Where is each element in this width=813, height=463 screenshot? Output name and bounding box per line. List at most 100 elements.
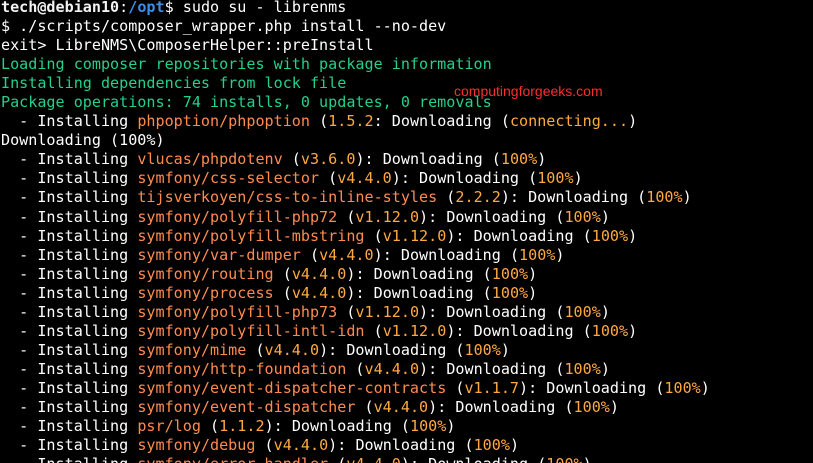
package-name: symfony/polyfill-intl-idn [137,321,365,340]
package-name: symfony/css-selector [137,169,320,188]
install-line: - Installing symfony/routing (v4.4.0): D… [1,264,538,283]
install-line: - Installing symfony/error-handler (v4.4… [1,455,710,463]
download-progress: 100% [519,245,556,264]
package-name: symfony/debug [137,436,256,455]
prompt-command: sudo su - librenms [173,0,347,16]
package-name: vlucas/phpdotenv [137,150,283,169]
info-line: Installing dependencies from lock file [1,74,347,93]
install-prefix: - Installing [1,417,138,436]
package-version: v1.12.0 [382,226,447,245]
package-name: symfony/http-foundation [137,359,347,378]
package-name: psr/log [137,417,201,436]
install-line: - Installing symfony/css-selector (v4.4.… [1,169,583,188]
package-version: v1.12.0 [355,302,420,321]
prompt-path: /opt [128,0,165,16]
package-name: symfony/var-dumper [137,245,301,264]
terminal-window[interactable]: tech@debian10:/opt$ sudo su - librenms $… [0,0,813,463]
install-prefix: - Installing [1,245,138,264]
install-line: - Installing symfony/process (v4.4.0): D… [1,283,538,302]
download-progress: 100% [664,378,701,397]
prompt-user-host: tech@debian10 [1,0,120,16]
package-name: symfony/mime [137,340,247,359]
prompt-symbol: $ [164,0,174,16]
package-version: v1.1.7 [464,378,519,397]
package-version: v4.4.0 [364,359,420,378]
install-line: - Installing symfony/event-dispatcher (v… [1,397,619,416]
prompt-line: tech@debian10:/opt$ sudo su - librenms [1,0,710,17]
prompt-separator: : [119,0,129,16]
download-progress: 100% [546,455,582,463]
download-progress: 100% [564,302,601,321]
install-line: - Installing symfony/var-dumper (v4.4.0)… [1,245,565,264]
download-progress: 100% [646,188,683,207]
install-line: - Installing symfony/debug (v4.4.0): Dow… [1,436,520,455]
install-list: - Installing vlucas/phpdotenv (v3.6.0): … [1,150,710,463]
install-line: - Installing symfony/polyfill-php73 (v1.… [1,302,610,321]
download-progress: 100% [573,397,610,416]
package-name: phpoption/phpoption [137,112,310,131]
package-version: v4.4.0 [264,340,320,359]
package-name: symfony/routing [137,264,274,283]
download-progress: 100% [564,359,601,378]
install-prefix: - Installing [1,302,138,321]
package-version: v4.4.0 [273,436,329,455]
package-version: v4.4.0 [291,264,347,283]
download-progress: 100% [491,264,529,283]
package-name: symfony/polyfill-mbstring [137,226,365,245]
package-name: symfony/polyfill-php73 [137,302,338,321]
package-version: v1.12.0 [382,321,447,340]
package-version: v3.6.0 [300,150,356,169]
package-name: symfony/polyfill-php72 [137,207,338,226]
package-version: v4.4.0 [291,283,347,302]
package-name: tijsverkoyen/css-to-inline-styles [137,188,438,207]
info-line: Loading composer repositories with packa… [1,55,492,74]
package-name: symfony/event-dispatcher [137,397,356,416]
install-prefix: - Installing [1,169,138,188]
install-prefix: - Installing [1,359,138,378]
install-prefix: - Installing [1,188,138,207]
package-version: v4.4.0 [346,455,401,463]
package-version: 1.5.2 [328,112,374,131]
install-line: - Installing symfony/mime (v4.4.0): Down… [1,340,510,359]
package-version: v4.4.0 [337,169,392,188]
package-version: v1.12.0 [355,207,420,226]
install-line: - Installing vlucas/phpdotenv (v3.6.0): … [1,150,547,169]
download-progress: 100% [473,436,510,455]
install-prefix: - Installing [1,340,138,359]
install-prefix: - Installing [1,455,137,463]
install-line: - Installing symfony/event-dispatcher-co… [1,378,710,397]
download-progress: 100% [591,226,629,245]
install-line: - Installing symfony/polyfill-intl-idn (… [1,321,638,340]
package-name: symfony/error-handler [137,455,328,463]
install-line: - Installing tijsverkoyen/css-to-inline-… [1,188,692,207]
package-version: v4.4.0 [319,245,374,264]
install-prefix: - Installing [1,207,138,226]
downloading-line: Downloading (100%) [1,131,165,150]
package-version: v4.4.0 [373,397,429,416]
watermark: computingforgeeks.com [454,83,603,99]
install-prefix: - Installing [1,321,138,340]
exit-line: exit> LibreNMS\ComposerHelper::preInstal… [1,36,374,55]
install-line: - Installing symfony/polyfill-php72 (v1.… [1,207,610,226]
download-status: connecting... [509,112,629,131]
install-prefix: - Installing [1,436,138,455]
download-progress: 100% [537,169,574,188]
install-line: - Installing symfony/polyfill-mbstring (… [1,226,638,245]
download-progress: 100% [409,417,447,436]
package-name: symfony/process [137,283,274,302]
install-prefix: - Installing [1,283,138,302]
download-progress: 100% [500,150,538,169]
install-line: - Installing psr/log (1.1.2): Downloadin… [1,417,456,436]
package-version: 1.1.2 [219,417,265,436]
download-progress: 100% [491,283,529,302]
install-prefix: - Installing [1,397,138,416]
package-name: symfony/event-dispatcher-contracts [137,378,447,397]
install-prefix: - Installing [1,378,138,397]
download-progress: 100% [564,207,601,226]
install-prefix: - Installing [1,150,138,169]
package-version: 2.2.2 [455,188,501,207]
command-line: $ ./scripts/composer_wrapper.php install… [1,17,447,36]
download-progress: 100% [591,321,629,340]
install-prefix: - Installing [1,264,138,283]
install-prefix: - Installing [1,226,138,245]
